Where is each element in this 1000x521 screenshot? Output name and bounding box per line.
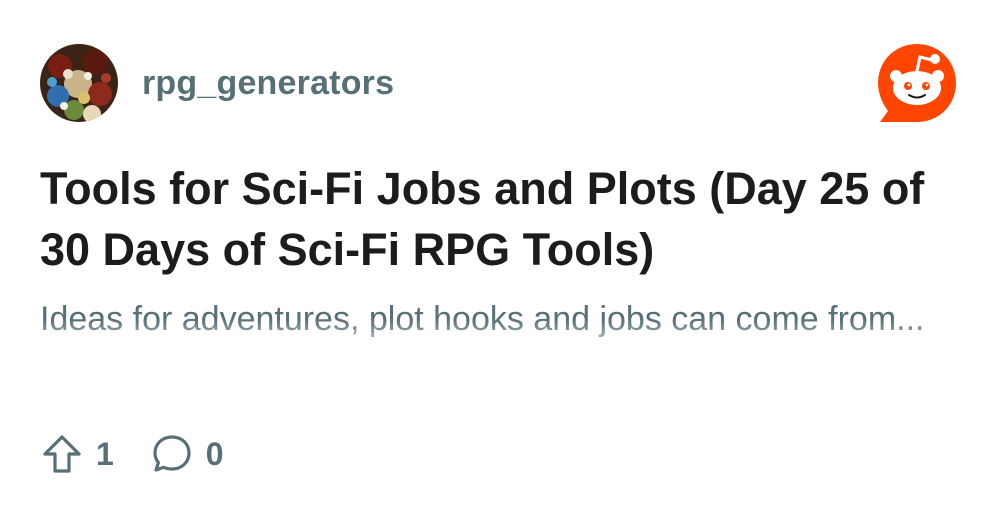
post-header: rpg_generators (40, 44, 394, 122)
comment-count: 0 (205, 435, 224, 472)
post-title[interactable]: Tools for Sci-Fi Jobs and Plots (Day 25 … (40, 158, 940, 280)
comment-bubble-icon (153, 435, 191, 472)
post-actions: 1 0 (40, 432, 224, 476)
avatar[interactable] (40, 44, 118, 122)
post-card[interactable]: rpg_generators Tools for Sci-Fi Jobs and… (0, 0, 1000, 521)
author-name[interactable]: rpg_generators (142, 64, 394, 103)
reddit-logo-icon (878, 44, 956, 122)
comments-button[interactable]: 0 (150, 432, 224, 476)
upvote-count: 1 (96, 435, 114, 472)
upvote-arrow-icon (43, 435, 81, 473)
upvote-button[interactable]: 1 (40, 432, 114, 476)
post-excerpt: Ideas for adventures, plot hooks and job… (40, 300, 925, 338)
